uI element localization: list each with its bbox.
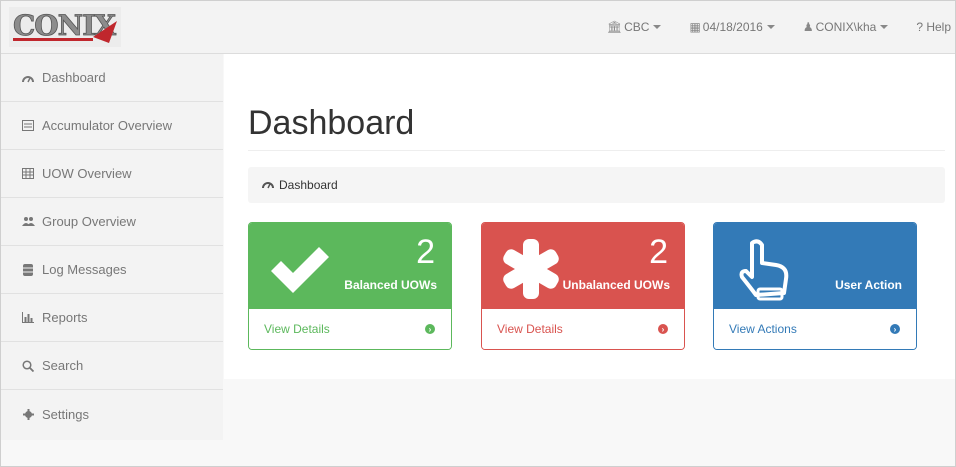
sidebar-item-label: Group Overview <box>42 214 136 229</box>
sidebar-item-accumulator-overview[interactable]: Accumulator Overview <box>1 102 223 150</box>
sidebar-item-label: UOW Overview <box>42 166 132 181</box>
balanced-label: Balanced UOWs <box>344 278 437 292</box>
sidebar-item-label: Dashboard <box>42 70 106 85</box>
sidebar-item-group-overview[interactable]: Group Overview <box>1 198 223 246</box>
balanced-count: 2 <box>416 233 435 271</box>
sidebar-item-label: Log Messages <box>42 262 127 277</box>
view-details-label: View Details <box>264 322 330 336</box>
search-icon <box>21 359 35 373</box>
sidebar-item-dashboard[interactable]: Dashboard <box>1 54 223 102</box>
view-actions-link[interactable]: View Actions › <box>714 309 916 349</box>
view-details-link-unbalanced[interactable]: View Details › <box>482 309 684 349</box>
dashboard-icon <box>262 179 274 192</box>
users-icon <box>21 215 35 229</box>
title-divider <box>248 150 945 151</box>
conix-logo[interactable]: CONIX <box>9 7 121 47</box>
database-icon <box>21 263 35 277</box>
bank-dropdown[interactable]: 🏛 CBC <box>593 1 676 53</box>
sidebar-item-log-messages[interactable]: Log Messages <box>1 246 223 294</box>
user-icon: ♟ <box>802 20 814 34</box>
sidebar-item-label: Search <box>42 358 84 373</box>
user-label: CONIX\kha <box>815 20 877 34</box>
sidebar-item-reports[interactable]: Reports <box>1 294 223 342</box>
arrow-circle-right-icon: › <box>890 324 900 334</box>
page-title: Dashboard <box>248 104 415 142</box>
help-label: ? Help <box>916 20 951 34</box>
bank-label: CBC <box>624 20 650 34</box>
help-link[interactable]: ? Help <box>902 1 955 53</box>
sidebar: Dashboard Accumulator Overview UOW Overv… <box>1 54 223 440</box>
top-navbar: CONIX 🏛 CBC ▦ 04/18/2016 ♟ CONIX\kha ? H… <box>1 1 955 54</box>
sidebar-item-label: Settings <box>42 406 89 422</box>
bank-icon: 🏛 <box>606 20 623 34</box>
sidebar-item-label: Accumulator Overview <box>42 118 173 133</box>
sidebar-item-search[interactable]: Search <box>1 342 223 390</box>
list-icon <box>21 119 35 133</box>
breadcrumb: Dashboard <box>248 167 945 203</box>
chevron-down-icon <box>766 25 775 29</box>
bar-chart-icon <box>21 311 35 325</box>
user-dropdown[interactable]: ♟ CONIX\kha <box>789 1 902 53</box>
hand-pointer-icon <box>739 239 789 301</box>
view-details-label: View Details <box>497 322 563 336</box>
chevron-down-icon <box>880 25 889 29</box>
user-action-panel: User Action View Actions › <box>713 222 917 350</box>
asterisk-icon <box>503 239 559 299</box>
sidebar-item-label: Reports <box>42 310 88 325</box>
balanced-uows-panel: 2 Balanced UOWs View Details › <box>248 222 452 350</box>
date-dropdown[interactable]: ▦ 04/18/2016 <box>675 1 788 53</box>
user-action-label: User Action <box>835 278 902 292</box>
app-window: CONIX 🏛 CBC ▦ 04/18/2016 ♟ CONIX\kha ? H… <box>0 0 956 467</box>
view-details-link-balanced[interactable]: View Details › <box>249 309 451 349</box>
unbalanced-uows-panel: 2 Unbalanced UOWs View Details › <box>481 222 685 350</box>
dashboard-icon <box>21 71 35 85</box>
panel-heading: User Action <box>714 223 916 311</box>
panel-heading: 2 Balanced UOWs <box>249 223 451 311</box>
main-content: Dashboard Dashboard 2 Balanced UOWs View… <box>224 54 955 379</box>
sidebar-item-settings[interactable]: Settings <box>1 390 223 438</box>
gear-icon <box>21 407 35 421</box>
breadcrumb-label: Dashboard <box>279 178 338 192</box>
check-icon <box>271 247 329 293</box>
sidebar-item-uow-overview[interactable]: UOW Overview <box>1 150 223 198</box>
unbalanced-label: Unbalanced UOWs <box>562 278 670 292</box>
unbalanced-count: 2 <box>649 233 668 271</box>
chevron-down-icon <box>653 25 662 29</box>
arrow-circle-right-icon: › <box>658 324 668 334</box>
view-actions-label: View Actions <box>729 322 797 336</box>
calendar-icon: ▦ <box>689 20 701 34</box>
arrow-circle-right-icon: › <box>425 324 435 334</box>
date-label: 04/18/2016 <box>702 20 763 34</box>
table-icon <box>21 167 35 181</box>
panel-heading: 2 Unbalanced UOWs <box>482 223 684 311</box>
